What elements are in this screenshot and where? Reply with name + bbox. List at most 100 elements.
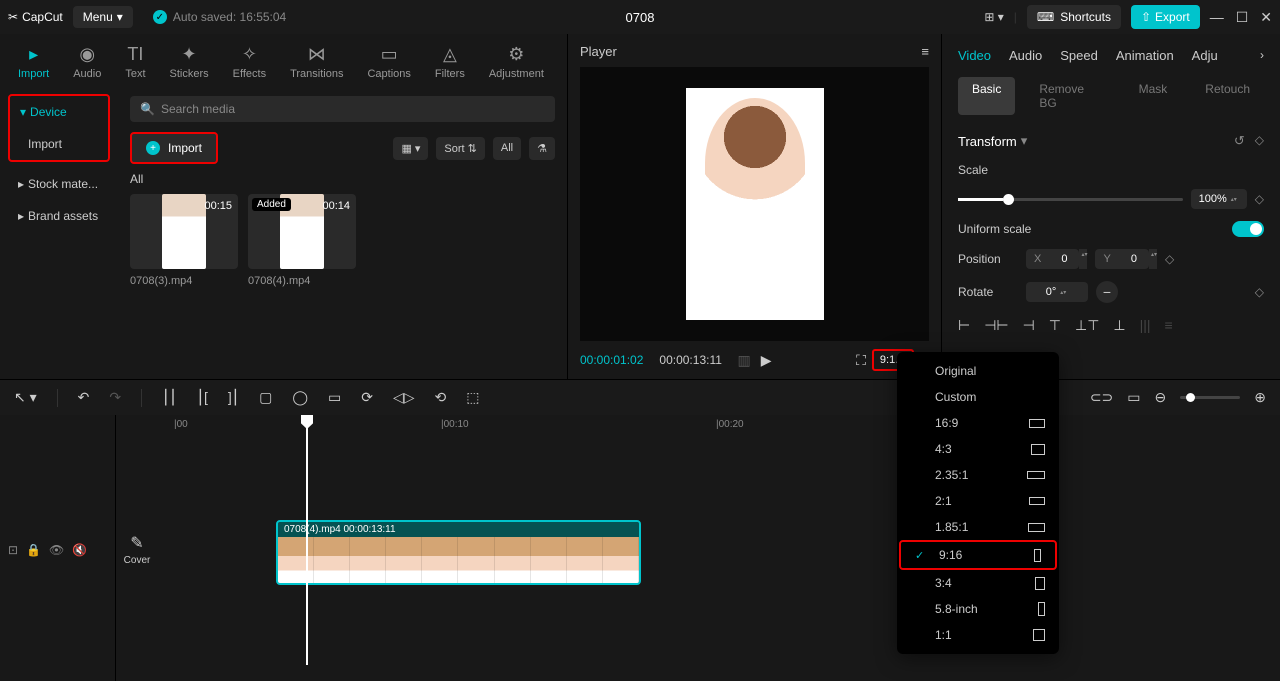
compare-icon[interactable]: ▥ xyxy=(737,352,750,369)
magnet-icon[interactable]: ⊂⊃ xyxy=(1090,389,1113,406)
tab-label: Adjustment xyxy=(489,68,544,80)
timeline-ruler[interactable]: |00 |00:10 |00:20 xyxy=(166,419,1280,439)
mirror-tool[interactable]: ◁▷ xyxy=(393,389,415,406)
keyframe-icon[interactable]: ◇ xyxy=(1255,192,1264,206)
subtab-retouch[interactable]: Retouch xyxy=(1191,77,1264,115)
tab-effects[interactable]: ✧Effects xyxy=(221,38,278,86)
align-left-icon[interactable]: ⊢ xyxy=(958,317,970,334)
ratio-9-16[interactable]: ✓9:16 xyxy=(899,540,1057,570)
keyframe-icon[interactable]: ◇ xyxy=(1165,252,1174,266)
tab-import[interactable]: ▸Import xyxy=(6,38,61,86)
lock-icon[interactable]: 🔒 xyxy=(26,543,41,557)
props-tab-animation[interactable]: Animation xyxy=(1116,48,1174,63)
mute-icon[interactable]: 🔇 xyxy=(72,543,87,557)
align-top-icon[interactable]: ⊤ xyxy=(1049,317,1061,334)
delete-tool[interactable]: ▢ xyxy=(259,389,272,406)
minimize-button[interactable]: — xyxy=(1210,9,1224,26)
eye-icon[interactable]: 👁 xyxy=(49,543,64,557)
ratio-1-1[interactable]: 1:1 xyxy=(897,622,1059,648)
align-center-v-icon[interactable]: ⊥⊤ xyxy=(1075,317,1099,334)
media-item[interactable]: Added00:14 0708(4).mp4 xyxy=(248,194,356,287)
shortcuts-button[interactable]: ⌨ Shortcuts xyxy=(1027,5,1121,29)
tab-audio[interactable]: ◉Audio xyxy=(61,38,113,86)
media-item[interactable]: 00:15 0708(3).mp4 xyxy=(130,194,238,287)
subtab-removebg[interactable]: Remove BG xyxy=(1025,77,1114,115)
ratio-custom[interactable]: Custom xyxy=(897,384,1059,410)
rotate-tool[interactable]: ⟲ xyxy=(435,389,447,406)
expand-icon[interactable]: ⊡ xyxy=(8,543,18,557)
keyframe-icon[interactable]: ◇ xyxy=(1255,133,1264,149)
align-center-h-icon[interactable]: ⊣⊢ xyxy=(984,317,1008,334)
props-tab-speed[interactable]: Speed xyxy=(1060,48,1098,63)
ratio-235-1[interactable]: 2.35:1 xyxy=(897,462,1059,488)
ratio-4-3[interactable]: 4:3 xyxy=(897,436,1059,462)
keyframe-icon[interactable]: ◇ xyxy=(1255,285,1264,299)
sidebar-device[interactable]: ▾Device xyxy=(10,96,108,128)
split-left-tool[interactable]: ⎮[ xyxy=(197,389,208,406)
chevron-down-icon[interactable]: ▾ xyxy=(1021,133,1028,149)
layout-icon[interactable]: ⊞ ▾ xyxy=(984,10,1003,24)
playhead[interactable] xyxy=(306,415,308,665)
undo-button[interactable]: ↶ xyxy=(78,389,90,406)
scale-value[interactable]: 100%▴▾ xyxy=(1191,189,1247,209)
align-bottom-icon[interactable]: ⊥ xyxy=(1113,317,1125,334)
reset-icon[interactable]: ↺ xyxy=(1234,133,1245,149)
filter-all-button[interactable]: All xyxy=(493,137,521,160)
align-right-icon[interactable]: ⊣ xyxy=(1023,317,1035,334)
position-y-value[interactable]: 0 xyxy=(1119,249,1149,269)
tab-stickers[interactable]: ✦Stickers xyxy=(158,38,221,86)
position-x-value[interactable]: 0 xyxy=(1049,249,1079,269)
ratio-2-1[interactable]: 2:1 xyxy=(897,488,1059,514)
sidebar-brand[interactable]: ▸Brand assets xyxy=(8,200,110,232)
props-tab-video[interactable]: Video xyxy=(958,48,991,63)
menu-button[interactable]: Menu ▾ xyxy=(73,6,133,28)
search-input[interactable]: 🔍 Search media xyxy=(130,96,555,122)
tab-text[interactable]: TIText xyxy=(113,38,157,86)
split-right-tool[interactable]: ]⎮ xyxy=(228,389,239,406)
stickers-icon: ✦ xyxy=(182,44,197,64)
zoom-out-icon[interactable]: ⊖ xyxy=(1155,389,1167,406)
sidebar-stock[interactable]: ▸Stock mate... xyxy=(8,168,110,200)
reverse-tool[interactable]: ⟳ xyxy=(361,389,373,406)
zoom-in-icon[interactable]: ⊕ xyxy=(1254,389,1266,406)
tab-captions[interactable]: ▭Captions xyxy=(355,38,422,86)
split-tool[interactable]: ⎮⎮ xyxy=(162,389,177,406)
subtab-mask[interactable]: Mask xyxy=(1125,77,1182,115)
grid-view-button[interactable]: ▦ ▾ xyxy=(393,137,428,160)
subtab-basic[interactable]: Basic xyxy=(958,77,1015,115)
rotate-value[interactable]: 0°▴▾ xyxy=(1026,282,1088,302)
redo-button[interactable]: ↷ xyxy=(109,389,121,406)
filter-icon-button[interactable]: ⚗ xyxy=(529,137,555,160)
video-clip[interactable]: 0708(4).mp4 00:00:13:11 xyxy=(276,520,641,585)
maximize-button[interactable]: ☐ xyxy=(1236,9,1249,26)
media-filename: 0708(3).mp4 xyxy=(130,275,238,287)
frame-tool[interactable]: ▭ xyxy=(328,389,341,406)
import-media-button[interactable]: + Import xyxy=(130,132,218,164)
scale-slider[interactable] xyxy=(958,198,1183,201)
tab-filters[interactable]: ◬Filters xyxy=(423,38,477,86)
tab-adjustment[interactable]: ⚙Adjustment xyxy=(477,38,556,86)
rotate-minus-button[interactable]: − xyxy=(1096,281,1118,303)
player-menu-icon[interactable]: ≡ xyxy=(921,44,929,59)
ratio-original[interactable]: Original xyxy=(897,358,1059,384)
uniform-scale-toggle[interactable] xyxy=(1232,221,1264,237)
export-button[interactable]: ⇧ Export xyxy=(1131,5,1200,29)
sort-button[interactable]: Sort ⇅ xyxy=(436,137,484,160)
marker-tool[interactable]: ◯ xyxy=(292,389,308,406)
play-button[interactable]: ▶ xyxy=(761,352,772,369)
tab-transitions[interactable]: ⋈Transitions xyxy=(278,38,355,86)
close-button[interactable]: ✕ xyxy=(1260,9,1272,26)
ratio-58inch[interactable]: 5.8-inch xyxy=(897,596,1059,622)
chevron-right-icon[interactable]: › xyxy=(1260,48,1264,63)
ratio-16-9[interactable]: 16:9 xyxy=(897,410,1059,436)
props-tab-adjust[interactable]: Adju xyxy=(1192,48,1218,63)
crop-tool[interactable]: ⬚ xyxy=(466,389,479,406)
select-tool[interactable]: ↖ ▾ xyxy=(14,389,37,406)
focus-icon[interactable]: ⛶ xyxy=(856,352,866,369)
sidebar-import[interactable]: Import xyxy=(10,128,108,160)
ratio-185-1[interactable]: 1.85:1 xyxy=(897,514,1059,540)
ratio-3-4[interactable]: 3:4 xyxy=(897,570,1059,596)
props-tab-audio[interactable]: Audio xyxy=(1009,48,1042,63)
preview-icon[interactable]: ▭ xyxy=(1127,389,1140,406)
zoom-slider[interactable] xyxy=(1180,396,1240,399)
